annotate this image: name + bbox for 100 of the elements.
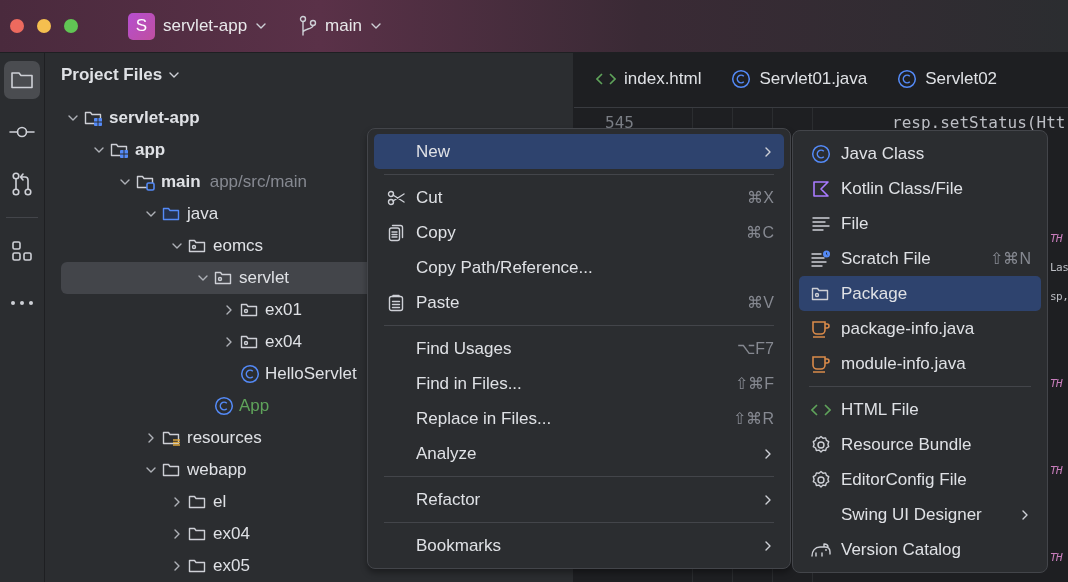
- scratch-file-icon: [811, 249, 831, 268]
- clipboard-icon: [388, 293, 404, 312]
- folder-icon: [188, 493, 208, 511]
- tree-item-label: HelloServlet: [265, 364, 357, 384]
- minimize-button[interactable]: [37, 19, 51, 33]
- menu-item[interactable]: package-info.java: [799, 311, 1041, 346]
- cup-icon: [811, 354, 831, 373]
- shortcut-label: ⌘C: [746, 223, 774, 242]
- shortcut-label: ⇧⌘F: [735, 374, 774, 393]
- project-switcher[interactable]: S servlet-app: [128, 12, 268, 40]
- menu-item[interactable]: Find in Files... ⇧⌘F: [374, 366, 784, 401]
- folder-icon: [188, 557, 208, 575]
- module-folder-icon: [84, 109, 104, 127]
- tree-item-label: java: [187, 204, 219, 224]
- copy-icon: [388, 223, 404, 242]
- code-brackets-icon: [811, 402, 831, 417]
- tree-item-label: el: [213, 492, 227, 512]
- menu-item[interactable]: Version Catalog: [799, 532, 1041, 567]
- shortcut-label: ⇧⌘R: [733, 409, 774, 428]
- tree-item-label: ex05: [213, 556, 250, 576]
- menu-item[interactable]: Refactor: [374, 482, 784, 517]
- editor-tab[interactable]: index.html: [596, 69, 702, 91]
- tree-item-label: ex04: [265, 332, 302, 352]
- tree-item-label: App: [239, 396, 270, 416]
- tree-item-label: ex04: [213, 524, 250, 544]
- package-icon: [240, 301, 260, 319]
- path-hint: app/src/main: [209, 172, 307, 192]
- menu-item[interactable]: Kotlin Class/File: [799, 171, 1041, 206]
- line-number: 545: [604, 113, 634, 132]
- tree-row[interactable]: servlet-app: [61, 102, 573, 134]
- shortcut-label: ⌥F7: [737, 339, 774, 358]
- menu-item[interactable]: HTML File: [799, 392, 1041, 427]
- code-text: Las: [1050, 261, 1068, 274]
- tree-item-label: main: [161, 172, 201, 192]
- menu-item[interactable]: Cut ⌘X: [374, 180, 784, 215]
- menu-item[interactable]: New: [374, 134, 784, 169]
- structure-icon: [11, 240, 33, 262]
- class-icon: [897, 69, 918, 89]
- close-button[interactable]: [10, 19, 24, 33]
- menu-item[interactable]: Scratch File ⇧⌘N: [799, 241, 1041, 276]
- kotlin-icon: [812, 179, 830, 198]
- shortcut-label: ⌘X: [747, 188, 774, 207]
- module-folder-icon: [110, 141, 130, 159]
- code-brackets-icon: [596, 72, 616, 86]
- package-icon: [214, 269, 234, 287]
- editor-tab[interactable]: Servlet01.java: [731, 69, 868, 91]
- tree-item-label: eomcs: [213, 236, 264, 256]
- maximize-button[interactable]: [64, 19, 78, 33]
- class-icon: [731, 69, 752, 89]
- menu-item[interactable]: Replace in Files... ⇧⌘R: [374, 401, 784, 436]
- tree-item-label: resources: [187, 428, 262, 448]
- source-folder-icon: [136, 173, 156, 191]
- menu-item[interactable]: EditorConfig File: [799, 462, 1041, 497]
- shortcut-label: ⇧⌘N: [990, 249, 1031, 268]
- project-badge: S: [128, 12, 155, 40]
- menu-item[interactable]: Swing UI Designer: [799, 497, 1041, 532]
- menu-item[interactable]: module-info.java: [799, 346, 1041, 381]
- cup-icon: [811, 319, 831, 338]
- more-icon: [10, 300, 34, 306]
- shortcut-label: ⌘V: [747, 293, 774, 312]
- editor-tab[interactable]: Servlet02: [897, 69, 998, 91]
- panel-title-dropdown[interactable]: Project Files: [45, 53, 573, 96]
- menu-item[interactable]: Find Usages ⌥F7: [374, 331, 784, 366]
- tool-window-button[interactable]: [4, 61, 40, 99]
- scissors-icon: [387, 189, 405, 206]
- pull-request-icon: [11, 172, 33, 196]
- branch-icon: [299, 15, 318, 37]
- class-icon: [811, 143, 831, 164]
- menu-item[interactable]: Package: [799, 276, 1041, 311]
- tree-item-label: webapp: [187, 460, 247, 480]
- code-text: TH: [1050, 232, 1063, 245]
- class-icon: [214, 396, 234, 416]
- menu-item[interactable]: Java Class: [799, 136, 1041, 171]
- folder-icon: [162, 205, 182, 223]
- package-icon: [240, 333, 260, 351]
- gear-icon: [811, 434, 831, 455]
- code-text: TH: [1050, 551, 1063, 564]
- code-text: TH: [1050, 377, 1063, 390]
- tree-item-label: ex01: [265, 300, 302, 320]
- folder-icon: [162, 461, 182, 479]
- tree-item-label: servlet-app: [109, 108, 200, 128]
- menu-item[interactable]: Copy ⌘C: [374, 215, 784, 250]
- code-text: resp.setStatus(Htt: [892, 113, 1066, 132]
- folder-icon: [10, 70, 34, 90]
- menu-item[interactable]: Analyze: [374, 436, 784, 471]
- gear-icon: [811, 469, 831, 490]
- text-file-icon: [812, 215, 830, 232]
- tree-item-label: servlet: [239, 268, 290, 288]
- branch-switcher[interactable]: main: [299, 15, 382, 37]
- package-icon: [188, 237, 208, 255]
- menu-item[interactable]: Resource Bundle: [799, 427, 1041, 462]
- elephant-icon: [810, 540, 832, 559]
- menu-item[interactable]: File: [799, 206, 1041, 241]
- class-icon: [240, 364, 260, 384]
- commit-icon: [9, 125, 35, 139]
- code-text: sp,: [1050, 290, 1068, 303]
- resources-folder-icon: [162, 429, 182, 447]
- code-text: TH: [1050, 464, 1063, 477]
- tree-item-label: app: [135, 140, 166, 160]
- folder-icon: [188, 525, 208, 543]
